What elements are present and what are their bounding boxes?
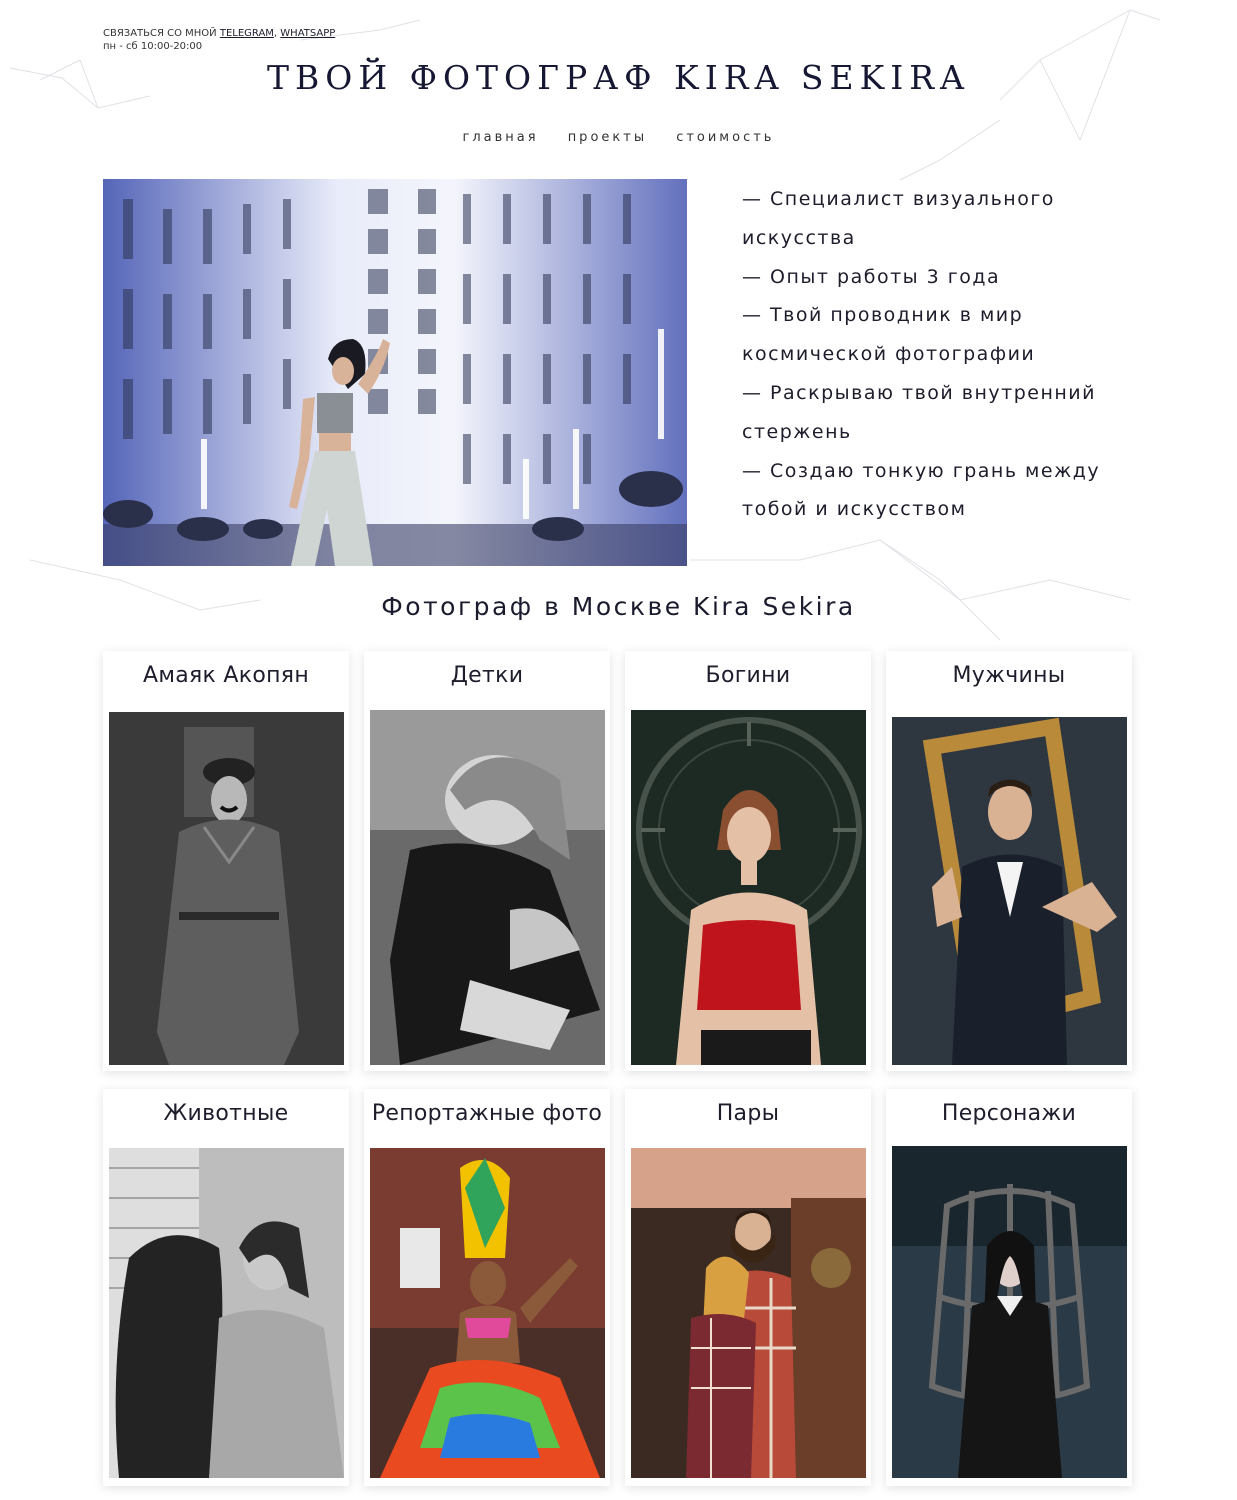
- about-line: искусства: [742, 226, 856, 249]
- gallery-card-kids[interactable]: Детки: [364, 651, 610, 1071]
- telegram-link[interactable]: TELEGRAM: [220, 28, 274, 39]
- gallery-card-characters[interactable]: Персонажи: [886, 1089, 1132, 1486]
- card-title: Пары: [716, 1101, 780, 1126]
- card-title: Репортажные фото: [371, 1101, 603, 1126]
- card-photo: [109, 712, 344, 1065]
- card-photo: [370, 710, 605, 1065]
- card-photo: [631, 1148, 866, 1478]
- about-line: — Раскрываю твой внутренний: [742, 381, 1096, 404]
- nav-item-home[interactable]: главная: [463, 130, 539, 145]
- about-line: тобой и искусством: [742, 498, 967, 521]
- contact-block: СВЯЗАТЬСЯ СО МНОЙ TELEGRAM, WHATSAPP пн …: [103, 27, 335, 53]
- about-line: — Специалист визуального: [742, 188, 1055, 210]
- hero-photo: [103, 179, 687, 566]
- site-title: ТВОЙ ФОТОГРАФ KIRA SEKIRA: [267, 58, 970, 97]
- card-title: Мужчины: [952, 663, 1066, 688]
- whatsapp-link[interactable]: WHATSAPP: [280, 28, 335, 39]
- card-title: Богини: [705, 663, 791, 688]
- about-line: — Создаю тонкую грань между: [742, 459, 1101, 482]
- gallery-card-couples[interactable]: Пары: [625, 1089, 871, 1486]
- gallery-card-reportage[interactable]: Репортажные фото: [364, 1089, 610, 1486]
- about-line: стержень: [742, 420, 852, 443]
- card-photo: [370, 1148, 605, 1478]
- card-photo: [892, 1146, 1127, 1478]
- gallery-card-animals[interactable]: Животные: [103, 1089, 349, 1486]
- card-photo: [892, 717, 1127, 1065]
- nav-item-projects[interactable]: проекты: [568, 130, 647, 145]
- card-photo: [631, 710, 866, 1065]
- card-photo: [109, 1148, 344, 1478]
- card-title: Детки: [450, 663, 524, 688]
- gallery-grid: Амаяк Акопян Детки Богини Мужчины Животн…: [103, 651, 1134, 1491]
- card-title: Амаяк Акопян: [142, 663, 310, 688]
- gallery-card-men[interactable]: Мужчины: [886, 651, 1132, 1071]
- about-line: космической фотографии: [742, 343, 1036, 366]
- about-line: — Твой проводник в мир: [742, 304, 1024, 327]
- nav-item-pricing[interactable]: стоимость: [676, 130, 774, 145]
- gallery-card-goddesses[interactable]: Богини: [625, 651, 871, 1071]
- about-list: — Специалист визуального искусства — Опы…: [742, 180, 1142, 529]
- working-hours: пн - сб 10:00-20:00: [103, 41, 203, 52]
- gallery-card-amayak[interactable]: Амаяк Акопян: [103, 651, 349, 1071]
- gallery-title: Фотограф в Москве Kira Sekira: [381, 592, 856, 621]
- about-line: — Опыт работы 3 года: [742, 265, 1001, 288]
- main-nav: главная проекты стоимость: [0, 126, 1237, 145]
- card-title: Животные: [163, 1101, 289, 1126]
- contact-prefix: СВЯЗАТЬСЯ СО МНОЙ: [103, 28, 217, 39]
- contact-separator: ,: [273, 28, 278, 39]
- card-title: Персонажи: [941, 1101, 1077, 1126]
